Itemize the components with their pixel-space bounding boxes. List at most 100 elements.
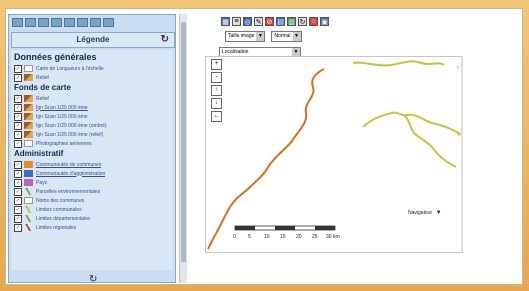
legend-tab-3[interactable] [38,18,49,27]
legend-layer-row[interactable]: ✓ Communautés de communes [11,160,173,169]
layer-symbol-icon [24,170,33,177]
layer-symbol-icon [24,161,33,168]
legend-layer-row[interactable]: ✓ Carte de Longueurs à l'échelle [11,64,173,73]
layer-label: Parcelles environnementales [36,188,101,195]
layer-checkbox[interactable]: ✓ [14,139,22,148]
navigator-select[interactable]: Navigateur ▼ [408,210,442,216]
layer-symbol-icon [24,206,33,213]
list-icon[interactable]: ≡ [232,17,241,26]
legend-layer-row[interactable]: ✓ Pays [11,178,173,187]
legend-tab-6[interactable] [77,18,88,27]
legend-layer-row[interactable]: ✓ Ign Scan 1/25 000 ème [11,112,173,121]
pan-marker[interactable]: › [457,65,459,71]
pan-up-button[interactable]: ↑ [211,85,222,96]
legend-tab-1[interactable] [12,18,23,27]
map-icon[interactable]: ▤ [276,17,285,26]
chevron-down-icon[interactable]: ▼ [292,48,300,56]
legend-tab-8[interactable] [103,18,114,27]
layer-checkbox[interactable]: ✓ [14,169,22,178]
layer-checkbox[interactable]: ✓ [14,121,22,130]
pan-marker[interactable]: › [457,133,459,139]
zoom-in-button[interactable]: + [211,59,222,70]
legend-layer-row[interactable]: ✓ Relief [11,73,173,82]
layer-checkbox[interactable]: ✓ [14,112,22,121]
page-background: Légende ↻ Données générales ✓ Carte de Lon… [0,0,529,291]
image-size-value: Taille image [228,33,255,39]
chevron-down-icon[interactable]: ▼ [256,32,265,41]
legend-layer-row[interactable]: ✓ Ign Scan 1/25 000 ème [11,103,173,112]
legend-layer-row[interactable]: ✓ Limites départementales [11,214,173,223]
layer-symbol-icon [24,215,33,222]
refresh-icon[interactable]: ↻ [298,17,307,26]
layer-label: Limites départementales [36,215,91,222]
chevron-down-icon[interactable]: ▼ [436,210,442,216]
layer-checkbox[interactable]: ✓ [14,103,22,112]
target-icon[interactable]: ◎ [243,17,252,26]
grid-icon[interactable]: ▦ [221,17,230,26]
mode-value: Normal [274,33,291,39]
scrollbar-thumb[interactable] [181,22,186,262]
legend-layer-row[interactable]: ✓ Parcelles environnementales [11,187,173,196]
map-controls: Taille image ▼ Normal ▼ [225,31,302,42]
map-toolbar: ▦ ≡ ◎ ✎ ⊘ ▤ ▥ ↻ ⌂ ▣ [221,17,329,26]
layer-checkbox[interactable]: ✓ [14,130,22,139]
scale-label: 10 [264,234,270,240]
scale-label: 30 km [326,234,340,240]
yellow-boundary-line [352,60,445,67]
layer-checkbox[interactable]: ✓ [14,187,22,196]
home-icon[interactable]: ⌂ [309,17,318,26]
layers-icon[interactable]: ▥ [287,17,296,26]
scale-label: 5 [248,234,251,240]
layer-checkbox[interactable]: ✓ [14,178,22,187]
layer-checkbox[interactable]: ✓ [14,214,22,223]
layer-symbol-icon [24,224,33,231]
legend-tab-2[interactable] [25,18,36,27]
legend-layer-row[interactable]: ✓ Communautés d'agglomération [11,169,173,178]
layer-label: Relief [36,95,49,102]
legend-layer-row[interactable]: ✓ Relief [11,94,173,103]
scale-bar-svg: 0 5 10 15 20 25 30 km [233,225,340,240]
layer-label[interactable]: Ign Scan 1/25 000 ème [36,105,88,111]
legend-layer-row[interactable]: ✓ Ign Scan 1/25 000 ème (ombré) [11,121,173,130]
map-zoom-buttons: + - ↑ ↓ ← [211,59,222,122]
layer-symbol-icon [24,197,33,204]
legend-tab-4[interactable] [51,18,62,27]
legend-top-buttons [12,18,114,27]
layer-checkbox[interactable]: ✓ [14,160,22,169]
layer-label: Carte de Longueurs à l'échelle [36,65,104,72]
layer-checkbox[interactable]: ✓ [14,64,22,73]
pan-down-button[interactable]: ↓ [211,98,222,109]
scale-label: 0 [233,234,236,240]
layer-label: Photographies aériennes [36,140,92,147]
layer-checkbox[interactable]: ✓ [14,73,22,82]
refresh-icon[interactable]: ↻ [161,33,169,47]
layer-label[interactable]: Communautés de communes [36,162,101,168]
legend-layer-row[interactable]: ✓ Limites régionales [11,223,173,232]
scale-bar: 0 5 10 15 20 25 30 km [233,224,343,244]
zoom-out-button[interactable]: - [211,72,222,83]
layer-label: Relief [36,74,49,81]
mode-select[interactable]: Normal ▼ [271,31,302,42]
print-icon[interactable]: ▣ [320,17,329,26]
legend-title: Légende [76,35,110,44]
legend-layer-row[interactable]: ✓ Photographies aériennes [11,139,173,148]
pencil-icon[interactable]: ✎ [254,17,263,26]
refresh-icon[interactable]: ↻ [89,274,97,285]
legend-layer-row[interactable]: ✓ Limites communales [11,205,173,214]
legend-tab-5[interactable] [64,18,75,27]
legend-layer-row[interactable]: ✓ Noms des communes [11,196,173,205]
navigator-select-value: Navigateur [408,210,433,216]
legend-panel: Légende ↻ Données générales ✓ Carte de Lon… [8,14,176,285]
cancel-icon[interactable]: ⊘ [265,17,274,26]
image-size-select[interactable]: Taille image ▼ [225,31,266,42]
legend-layer-row[interactable]: ✓ Ign Scan 1/25 000 ème (relief) [11,130,173,139]
legend-scrollbar[interactable] [179,14,187,283]
layer-checkbox[interactable]: ✓ [14,94,22,103]
layer-label[interactable]: Communautés d'agglomération [36,171,105,177]
layer-checkbox[interactable]: ✓ [14,196,22,205]
pan-left-button[interactable]: ← [211,111,222,122]
layer-checkbox[interactable]: ✓ [14,223,22,232]
chevron-down-icon[interactable]: ▼ [292,32,301,41]
legend-tab-7[interactable] [90,18,101,27]
layer-checkbox[interactable]: ✓ [14,205,22,214]
